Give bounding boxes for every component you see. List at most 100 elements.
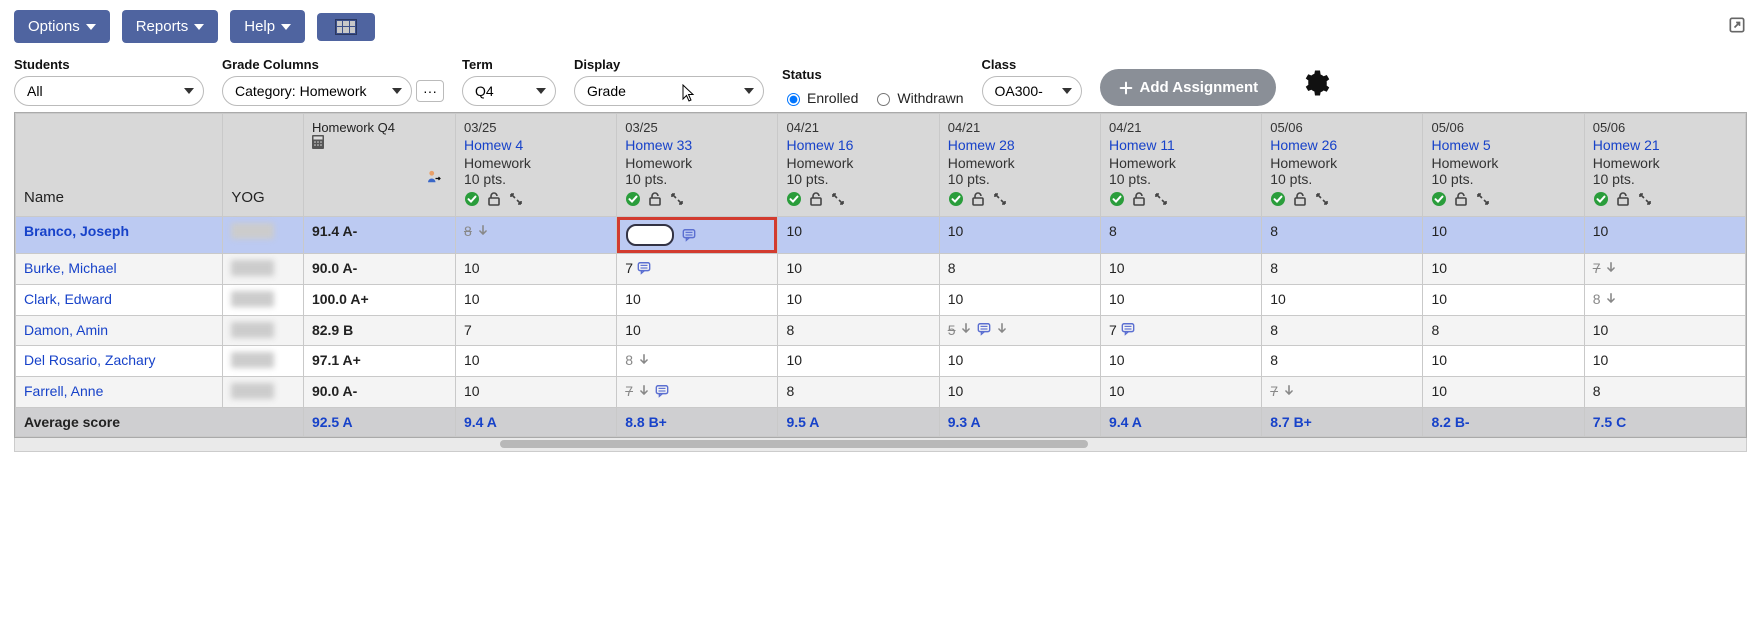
gear-icon[interactable] [1300,68,1330,106]
comment-icon[interactable] [682,228,696,242]
score-cell[interactable]: 10 [1423,217,1584,254]
score-cell[interactable]: 10 [617,284,778,315]
grade-columns-select[interactable]: Category: Homework [222,76,412,106]
expand-icon[interactable] [669,191,685,210]
score-cell[interactable]: 10 [1584,217,1745,254]
score-cell[interactable]: 8 [778,377,939,408]
score-cell[interactable]: 7 [455,315,616,346]
score-cell[interactable]: 10 [1584,346,1745,377]
assignment-link[interactable]: Homew 21 [1593,135,1737,155]
score-input[interactable] [626,224,674,246]
expand-icon[interactable] [1475,191,1491,210]
reports-button[interactable]: Reports [122,10,219,43]
score-cell[interactable]: 10 [939,377,1100,408]
expand-icon[interactable] [1637,191,1653,210]
score-cell[interactable]: 8 [1100,217,1261,254]
score-cell[interactable]: 7 [1262,377,1423,408]
horizontal-scrollbar[interactable] [14,438,1747,452]
student-link[interactable]: Burke, Michael [24,260,117,276]
score-cell[interactable]: 8 [1262,217,1423,254]
expand-icon[interactable] [508,191,524,210]
expand-icon[interactable] [1314,191,1330,210]
comment-icon[interactable] [977,322,991,339]
score-cell[interactable]: 10 [778,254,939,285]
expand-icon[interactable] [1153,191,1169,210]
status-enrolled-radio[interactable] [787,93,800,106]
comment-icon[interactable] [1121,322,1135,339]
score-cell[interactable]: 10 [455,377,616,408]
score-cell[interactable]: 8 [1262,254,1423,285]
grid-view-button[interactable] [317,13,375,41]
score-cell[interactable]: 10 [778,284,939,315]
assignment-link[interactable]: Homew 26 [1270,135,1414,155]
score-cell[interactable]: 10 [939,217,1100,254]
students-select[interactable]: All [14,76,204,106]
student-link[interactable]: Clark, Edward [24,291,112,307]
student-link[interactable]: Branco, Joseph [24,223,129,239]
lock-icon[interactable] [808,191,824,210]
class-select[interactable]: OA300- [982,76,1082,106]
status-withdrawn-radio[interactable] [877,93,890,106]
score-cell[interactable]: 10 [778,346,939,377]
assignment-link[interactable]: Homew 4 [464,135,608,155]
student-link[interactable]: Farrell, Anne [24,383,103,399]
lock-icon[interactable] [970,191,986,210]
score-cell[interactable]: 8 [778,315,939,346]
score-cell[interactable]: 10 [939,284,1100,315]
score-cell[interactable]: 8 [455,217,616,254]
score-cell[interactable]: 7 [1584,254,1745,285]
score-cell[interactable]: 10 [939,346,1100,377]
assignment-link[interactable]: Homew 5 [1431,135,1575,155]
comment-icon[interactable] [637,261,651,278]
score-cell[interactable]: 10 [1100,377,1261,408]
expand-icon[interactable] [830,191,846,210]
score-cell[interactable]: 10 [1584,315,1745,346]
score-cell[interactable]: 8 [1262,315,1423,346]
score-cell[interactable]: 10 [617,315,778,346]
score-cell[interactable]: 7 [617,254,778,285]
score-cell[interactable]: 10 [455,284,616,315]
score-cell[interactable]: 8 [1584,377,1745,408]
student-link[interactable]: Damon, Amin [24,322,108,338]
options-button[interactable]: Options [14,10,110,43]
help-button[interactable]: Help [230,10,305,43]
lock-icon[interactable] [1131,191,1147,210]
lock-icon[interactable] [647,191,663,210]
assignment-link[interactable]: Homew 11 [1109,135,1253,155]
lock-icon[interactable] [486,191,502,210]
status-enrolled-option[interactable]: Enrolled [782,90,858,106]
score-cell[interactable]: 10 [455,254,616,285]
lock-icon[interactable] [1292,191,1308,210]
score-cell[interactable]: 10 [1262,284,1423,315]
score-cell[interactable]: 8 [1262,346,1423,377]
status-withdrawn-option[interactable]: Withdrawn [872,90,963,106]
term-select[interactable]: Q4 [462,76,556,106]
score-cell[interactable]: 10 [778,217,939,254]
score-cell[interactable]: 8 [1423,315,1584,346]
popout-icon[interactable] [1727,15,1747,38]
assignment-link[interactable]: Homew 28 [948,135,1092,155]
score-cell[interactable]: 10 [1100,254,1261,285]
lock-icon[interactable] [1453,191,1469,210]
score-cell[interactable]: 10 [1423,377,1584,408]
student-link[interactable]: Del Rosario, Zachary [24,352,156,368]
score-cell[interactable]: 10 [1100,284,1261,315]
score-cell[interactable]: 7 [617,377,778,408]
score-cell[interactable]: 8 [1584,284,1745,315]
assignment-link[interactable]: Homew 16 [786,135,930,155]
score-cell[interactable]: 10 [1100,346,1261,377]
grade-columns-more-button[interactable]: ··· [416,80,444,102]
score-cell[interactable]: 10 [455,346,616,377]
score-cell[interactable]: 10 [1423,284,1584,315]
lock-icon[interactable] [1615,191,1631,210]
add-assignment-button[interactable]: Add Assignment [1100,69,1277,106]
score-cell[interactable]: 5 [939,315,1100,346]
score-cell[interactable] [617,217,778,254]
comment-icon[interactable] [655,384,669,401]
score-cell[interactable]: 8 [617,346,778,377]
score-cell[interactable]: 10 [1423,346,1584,377]
assignment-link[interactable]: Homew 33 [625,135,769,155]
score-cell[interactable]: 7 [1100,315,1261,346]
display-select[interactable]: Grade [574,76,764,106]
score-cell[interactable]: 10 [1423,254,1584,285]
